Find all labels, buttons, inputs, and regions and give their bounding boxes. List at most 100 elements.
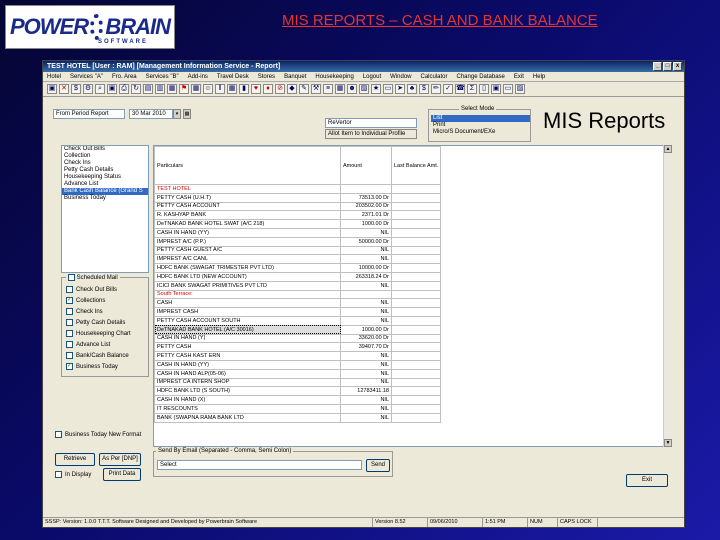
table-row[interactable]: IMPREST CA INTERN SHOP NIL (154, 377, 442, 388)
search-icon[interactable]: ⌕ (95, 84, 105, 94)
window-icon[interactable]: ▭ (383, 84, 393, 94)
building-icon[interactable]: ▥ (155, 84, 165, 94)
table-row[interactable]: TEST HOTEL (154, 184, 442, 194)
scheduled-item[interactable]: Check Out Bills (66, 284, 148, 295)
scheduled-item[interactable]: ✓ Collections (66, 295, 148, 306)
table-row[interactable]: CASH IN HAND (Y) 33620.00 Dr (154, 333, 442, 344)
save-icon[interactable]: ▣ (47, 84, 57, 94)
doc-icon[interactable]: ▯ (479, 84, 489, 94)
report-list-item[interactable]: Petty Cash Details (62, 167, 148, 174)
menu-item[interactable]: Exit (514, 74, 524, 80)
report-type-select[interactable]: From Period Report (53, 109, 125, 119)
table-row[interactable]: PETTY CASH ACCOUNT SOUTH NIL (154, 315, 442, 326)
close-button[interactable]: x (673, 62, 682, 71)
menu-item[interactable]: Help (533, 74, 545, 80)
heart-icon[interactable]: ♥ (251, 84, 261, 94)
menu-item[interactable]: Travel Desk (217, 74, 249, 80)
table-row[interactable]: IMPREST A/C CANL NIL (154, 254, 442, 265)
chart-icon[interactable]: ▦ (335, 84, 345, 94)
checkbox[interactable] (66, 341, 73, 348)
table-row[interactable]: DeTNAKAD BANK HOTEL SWAT (A/C 218) 1000.0… (154, 219, 442, 229)
checkbox[interactable] (55, 431, 62, 438)
table-row[interactable]: South Terrace: (154, 289, 442, 300)
table-row[interactable]: CASH IN HAND (YY) NIL (154, 227, 442, 238)
people-icon[interactable]: ☻ (347, 84, 357, 94)
table-row[interactable]: CASH NIL (154, 298, 442, 309)
cash-icon[interactable]: $ (71, 84, 81, 94)
person-icon[interactable]: ☺ (203, 84, 213, 94)
checkbox[interactable] (66, 352, 73, 359)
arrow-icon[interactable]: ➤ (395, 84, 405, 94)
scroll-down-icon[interactable]: ▼ (664, 439, 672, 447)
print-button[interactable]: Print Data (103, 468, 141, 481)
grid-icon[interactable]: ▦ (227, 84, 237, 94)
date-spin[interactable]: ▾ (173, 109, 181, 119)
table-row[interactable]: PETTY CASH ACCOUNT 203502.00 Dr (154, 201, 442, 212)
scheduled-item[interactable]: Bank/Cash Balance (66, 350, 148, 361)
monitor-icon[interactable]: ▭ (503, 84, 513, 94)
table-row[interactable]: PETTY CASH GUEST A/C NIL (154, 245, 442, 256)
table-row[interactable]: DeTNAKAD BANK HOTEL (A/C 30016) 1000.00 D… (154, 324, 442, 335)
columns-icon[interactable]: ‖ (215, 84, 225, 94)
menu-item[interactable]: Services "B" (146, 74, 179, 80)
menu-item[interactable]: Add-ins (188, 74, 208, 80)
report-list-item[interactable]: Check Ins (62, 160, 148, 167)
menu-item[interactable]: Change Database (457, 74, 505, 80)
table-row[interactable]: CASH IN HAND (X) NIL (154, 395, 442, 405)
layers-icon[interactable]: ≡ (323, 84, 333, 94)
table-row[interactable]: CASH IN HAND ALP(05-06) NIL (154, 368, 442, 379)
table-row[interactable]: HDFC BANK (SWAGAT TRIMESTER PVT LTD) 1000… (154, 263, 442, 273)
report-list-item[interactable]: Advance List (62, 181, 148, 188)
ban-icon[interactable]: ⊘ (275, 84, 285, 94)
minimize-button[interactable]: _ (653, 62, 662, 71)
view-button[interactable]: As Per [DNP] (99, 453, 141, 466)
revertor-field[interactable]: ReVertor (325, 118, 417, 128)
scheduled-item[interactable]: Petty Cash Details (66, 317, 148, 328)
scheduled-item[interactable]: Check Ins (66, 306, 148, 317)
diamond-icon[interactable]: ◆ (287, 84, 297, 94)
checkbox[interactable] (66, 319, 73, 326)
table-row[interactable]: PETTY CASH KAST ERN NIL (154, 351, 442, 361)
tools-icon[interactable]: ⚒ (311, 84, 321, 94)
scheduled-item[interactable]: Housekeeping Chart (66, 328, 148, 339)
menu-item[interactable]: Hotel (47, 74, 61, 80)
table-row[interactable]: HDFC BANK LTD (NEW ACCOUNT) 263318.24 Dr (154, 271, 442, 282)
app-icon[interactable]: ▣ (491, 84, 501, 94)
refresh-icon[interactable]: ↻ (131, 84, 141, 94)
checkbox[interactable] (66, 330, 73, 337)
maximize-button[interactable]: □ (663, 62, 672, 71)
phone-icon[interactable]: ☎ (455, 84, 465, 94)
mode-option[interactable]: Micro/S Document/EXe (431, 129, 530, 136)
table-row[interactable]: PETTY CASH (U.H.T) 73513.00 Dr (154, 192, 442, 203)
display-option[interactable]: In Display (55, 469, 91, 480)
table-row[interactable]: CASH IN HAND (YY) NIL (154, 359, 442, 370)
mode-option[interactable]: Print (431, 122, 530, 129)
report-list-item[interactable]: Bank Cash Balance (Grand S (62, 188, 148, 195)
sigma-icon[interactable]: Σ (467, 84, 477, 94)
retrieve-button[interactable]: Retrieve (55, 453, 95, 466)
menu-item[interactable]: Logout (363, 74, 381, 80)
checkbox[interactable] (55, 471, 62, 478)
table-row[interactable]: R. KASHYAP BANK 2371.01 Dr (154, 210, 442, 221)
scroll-up-icon[interactable]: ▲ (664, 145, 672, 153)
date-field[interactable]: 30 Mar 2010 (129, 109, 173, 119)
drop-icon[interactable]: ♦ (263, 84, 273, 94)
check-icon[interactable]: ✓ (443, 84, 453, 94)
mode-option[interactable]: List (431, 115, 530, 122)
scheduled-item[interactable]: ✓ Business Today (66, 361, 148, 372)
menu-item[interactable]: Housekeeping (315, 74, 353, 80)
close-icon[interactable]: ✕ (59, 84, 69, 94)
menu-item[interactable]: Services "A" (70, 74, 103, 80)
exit-button[interactable]: Exit (626, 474, 668, 487)
print-icon[interactable]: ⎙ (119, 84, 129, 94)
table-row[interactable]: PETTY CASH 39407.70 Dr (154, 342, 442, 353)
image-icon[interactable]: ▨ (515, 84, 525, 94)
report-list-item[interactable]: Business Today (62, 195, 148, 202)
report-list[interactable]: Check Out Bills Collection Check Ins Petty … (61, 145, 149, 273)
grid-scrollbar[interactable]: ▲ ▼ (663, 145, 672, 447)
save-icon[interactable]: ▣ (107, 84, 117, 94)
star-icon[interactable]: ★ (371, 84, 381, 94)
checkbox[interactable] (66, 286, 73, 293)
pencil-icon[interactable]: ✏ (431, 84, 441, 94)
table-row[interactable]: IT RESCOUNTS NIL (154, 403, 442, 414)
